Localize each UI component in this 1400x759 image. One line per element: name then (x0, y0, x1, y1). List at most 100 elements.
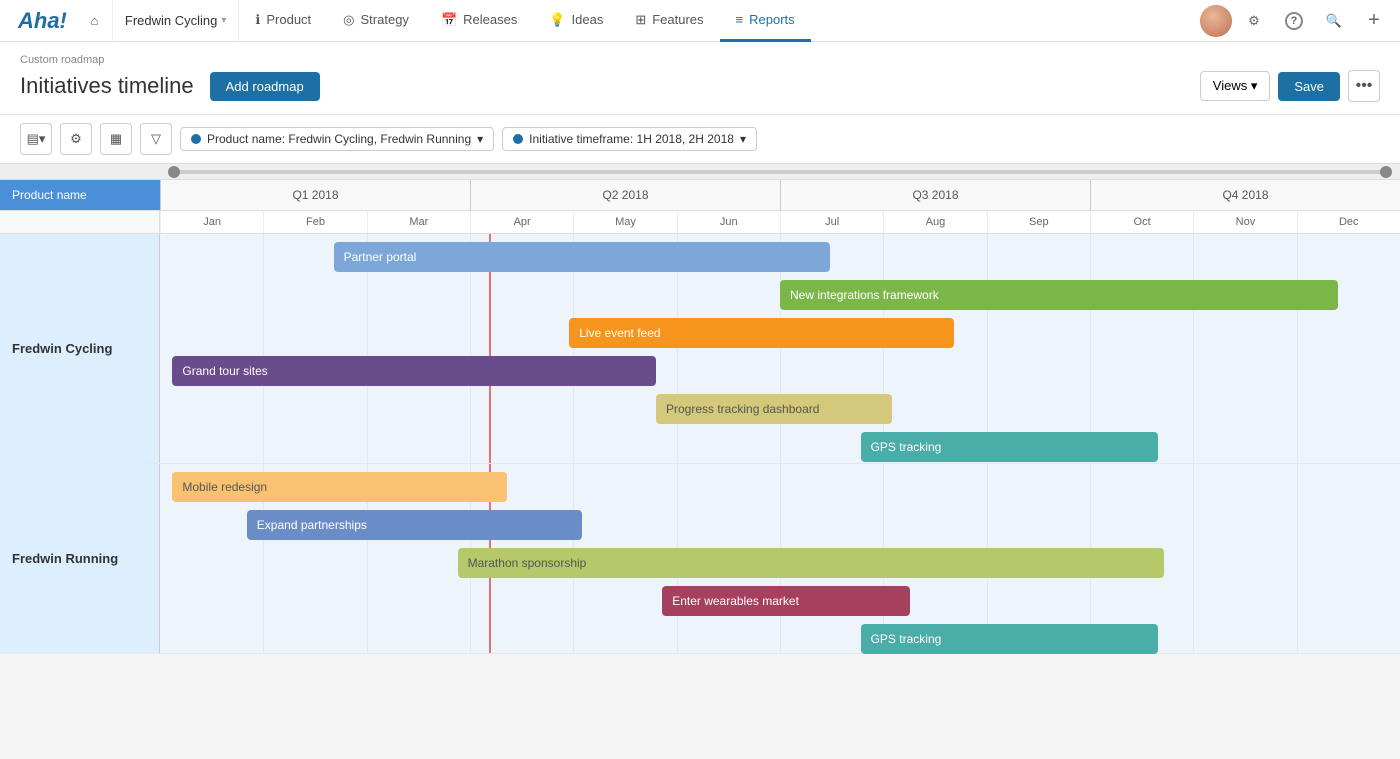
quarter-q1: Q1 2018 (160, 180, 470, 210)
initiative-bar-expand-partnerships[interactable]: Expand partnerships (247, 510, 582, 540)
month-nov: Nov (1193, 211, 1296, 233)
gantt-quarter-headers: Product name Q1 2018 Q2 2018 Q3 2018 Q4 … (0, 180, 1400, 211)
logo[interactable]: Aha! (8, 8, 77, 34)
gantt-quarters: Q1 2018 Q2 2018 Q3 2018 Q4 2018 (160, 180, 1400, 210)
product-selector-label: Fredwin Cycling (125, 13, 217, 28)
quarter-q4: Q4 2018 (1090, 180, 1400, 210)
more-options-button[interactable]: ••• (1348, 70, 1380, 102)
gantt-label-header: Product name (0, 180, 160, 210)
month-may: May (573, 211, 676, 233)
nav-item-strategy[interactable]: ◎ Strategy (327, 0, 425, 42)
ideas-icon: 💡 (549, 12, 565, 28)
views-button[interactable]: Views ▾ (1200, 71, 1271, 101)
toolbar: ▤ ▾ ⚙ ▦ ▽ Product name: Fredwin Cycling,… (0, 115, 1400, 164)
chevron-icon-2: ▾ (740, 132, 746, 146)
nav-item-reports[interactable]: ≡ Reports (720, 0, 811, 42)
nav-item-releases[interactable]: 📅 Releases (425, 0, 533, 42)
quarter-q2: Q2 2018 (470, 180, 780, 210)
month-jan: Jan (160, 211, 263, 233)
settings-toolbar-button[interactable]: ⚙ (60, 123, 92, 155)
filter-button[interactable]: ▽ (140, 123, 172, 155)
settings-button[interactable]: ⚙ (1236, 3, 1272, 39)
initiative-bar-progress-tracking[interactable]: Progress tracking dashboard (656, 394, 892, 424)
month-dec: Dec (1297, 211, 1400, 233)
initiative-bar-gps-tracking-cycling[interactable]: GPS tracking (861, 432, 1159, 462)
nav-home-button[interactable]: ⌂ (77, 0, 113, 42)
add-button[interactable]: + (1356, 3, 1392, 39)
product-label-fredwin-cycling: Fredwin Cycling (0, 234, 160, 463)
calendar-view-button[interactable]: ▤ ▾ (20, 123, 52, 155)
search-button[interactable]: 🔍 (1316, 3, 1352, 39)
gantt-slider[interactable] (0, 164, 1400, 180)
month-apr: Apr (470, 211, 573, 233)
page-title-right: Views ▾ Save ••• (1200, 70, 1380, 102)
features-icon: ⊞ (635, 12, 646, 28)
calendar-icon: ▤ (27, 131, 39, 147)
gear-icon: ⚙ (1248, 13, 1260, 29)
filter-icon: ▽ (151, 131, 161, 147)
month-feb: Feb (263, 211, 366, 233)
reports-icon: ≡ (736, 12, 744, 27)
initiative-bar-live-event-feed[interactable]: Live event feed (569, 318, 953, 348)
top-nav: Aha! ⌂ Fredwin Cycling ▾ ℹ Product ◎ Str… (0, 0, 1400, 42)
nav-item-features[interactable]: ⊞ Features (619, 0, 719, 42)
initiative-bar-gps-tracking-running[interactable]: GPS tracking (861, 624, 1159, 654)
cog-icon: ⚙ (70, 131, 82, 147)
grid-line-aug (883, 234, 884, 463)
month-jul: Jul (780, 211, 883, 233)
month-oct: Oct (1090, 211, 1193, 233)
grid-line-dec-r (1297, 464, 1298, 653)
month-aug: Aug (883, 211, 986, 233)
filter-pill-2[interactable]: Initiative timeframe: 1H 2018, 2H 2018 ▾ (502, 127, 757, 151)
initiative-bar-marathon-sponsorship[interactable]: Marathon sponsorship (458, 548, 1165, 578)
search-icon: 🔍 (1326, 13, 1342, 29)
add-roadmap-button[interactable]: Add roadmap (210, 72, 320, 101)
product-row-fredwin-running: Fredwin Running Mobile redesign Expand p… (0, 464, 1400, 654)
nav-right: ⚙ ? 🔍 + (1200, 3, 1392, 39)
filter-dot-2 (513, 134, 523, 144)
filter-label-1: Product name: Fredwin Cycling, Fredwin R… (207, 132, 471, 146)
initiative-bar-partner-portal[interactable]: Partner portal (334, 242, 830, 272)
nav-item-ideas[interactable]: 💡 Ideas (533, 0, 619, 42)
gantt-bars-fredwin-cycling: Partner portal New integrations framewor… (160, 234, 1400, 463)
nav-item-product[interactable]: ℹ Product (239, 0, 327, 42)
releases-icon: 📅 (441, 12, 457, 28)
initiative-bar-grand-tour-sites[interactable]: Grand tour sites (172, 356, 656, 386)
chevron-icon-1: ▾ (477, 132, 483, 146)
gantt-months-cols: Jan Feb Mar Apr May Jun Jul Aug Sep Oct … (160, 211, 1400, 233)
help-button[interactable]: ? (1276, 3, 1312, 39)
page-title: Initiatives timeline (20, 73, 194, 99)
grid-line-feb (263, 234, 264, 463)
layout-icon: ▦ (110, 131, 122, 147)
chevron-down-icon: ▾ (221, 15, 226, 26)
layout-button[interactable]: ▦ (100, 123, 132, 155)
home-icon: ⌂ (90, 13, 98, 28)
custom-label: Custom roadmap (20, 54, 1380, 66)
product-label-fredwin-running: Fredwin Running (0, 464, 160, 653)
filter-pill-1[interactable]: Product name: Fredwin Cycling, Fredwin R… (180, 127, 494, 151)
product-selector[interactable]: Fredwin Cycling ▾ (113, 0, 240, 42)
month-sep: Sep (987, 211, 1090, 233)
quarter-q3: Q3 2018 (780, 180, 1090, 210)
filter-dot-1 (191, 134, 201, 144)
page-header: Custom roadmap Initiatives timeline Add … (0, 42, 1400, 115)
question-icon: ? (1285, 12, 1303, 30)
grid-line-nov-r (1193, 464, 1194, 653)
page-title-row: Initiatives timeline Add roadmap Views ▾… (20, 70, 1380, 114)
grid-line-dec (1297, 234, 1298, 463)
gantt-month-headers: Jan Feb Mar Apr May Jun Jul Aug Sep Oct … (0, 211, 1400, 234)
slider-left-handle[interactable] (168, 166, 180, 178)
slider-right-handle[interactable] (1380, 166, 1392, 178)
month-jun: Jun (677, 211, 780, 233)
save-button[interactable]: Save (1278, 72, 1340, 101)
initiative-bar-enter-wearables[interactable]: Enter wearables market (662, 586, 910, 616)
initiative-bar-mobile-redesign[interactable]: Mobile redesign (172, 472, 507, 502)
grid-line-oct (1090, 234, 1091, 463)
avatar[interactable] (1200, 5, 1232, 37)
product-row-fredwin-cycling: Fredwin Cycling Partner portal New integ… (0, 234, 1400, 464)
grid-line-sep (987, 234, 988, 463)
ellipsis-icon: ••• (1356, 77, 1373, 95)
grid-line-nov (1193, 234, 1194, 463)
product-icon: ℹ (255, 12, 260, 28)
initiative-bar-new-integrations[interactable]: New integrations framework (780, 280, 1338, 310)
